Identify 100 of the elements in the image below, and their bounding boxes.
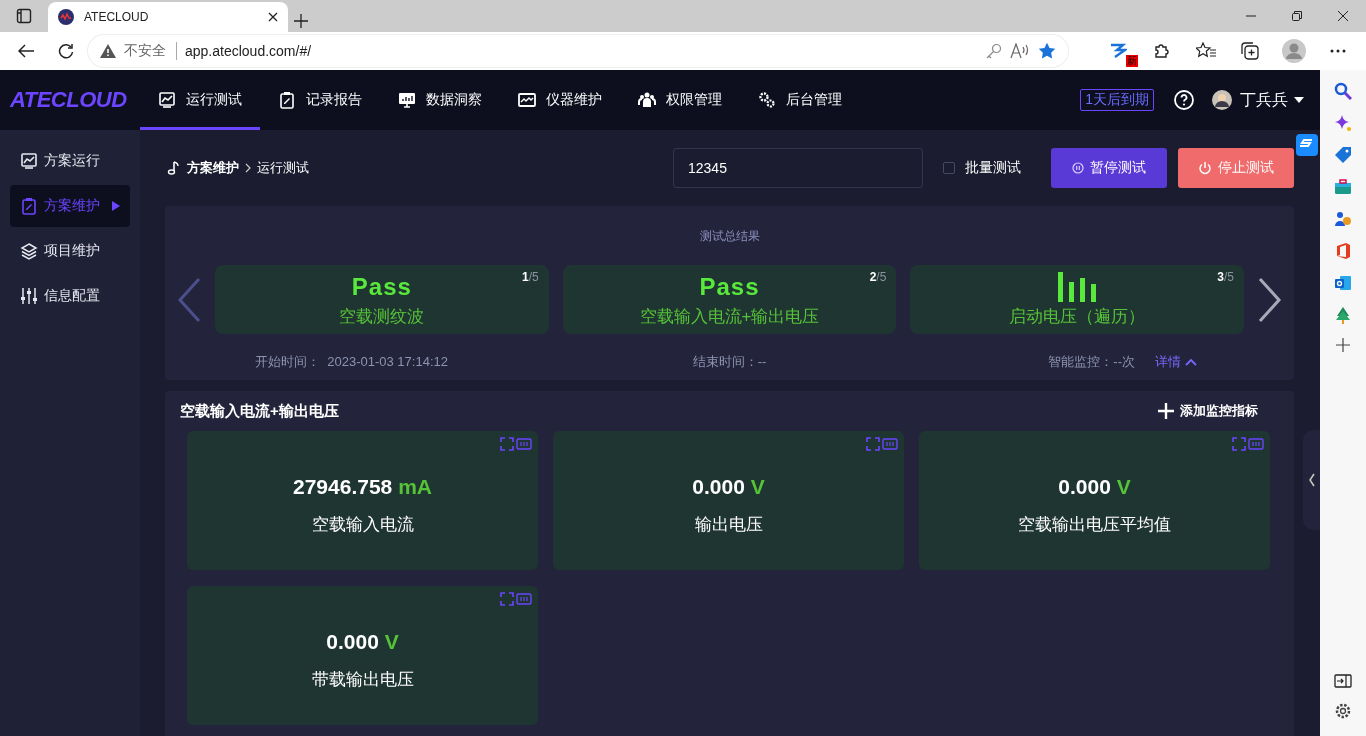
new-tab-icon[interactable] bbox=[294, 14, 308, 28]
page-counter: 3/5 bbox=[1217, 270, 1234, 284]
result-name: 空载输入电流+输出电压 bbox=[639, 305, 820, 328]
page-counter: 1/5 bbox=[521, 270, 539, 284]
pause-icon bbox=[1072, 162, 1084, 174]
metric-value: 0.000 V bbox=[326, 630, 399, 654]
result-status: Pass bbox=[699, 271, 760, 302]
gears-icon bbox=[758, 91, 776, 109]
layers-icon bbox=[20, 242, 38, 260]
back-arrow-icon[interactable] bbox=[18, 44, 34, 58]
chevron-right-icon[interactable] bbox=[1258, 276, 1282, 323]
metric-name: 空载输出电压平均值 bbox=[1018, 514, 1171, 536]
puzzle-icon[interactable] bbox=[1153, 42, 1171, 60]
result-card[interactable]: Pass 空载输入电流+输出电压 2/5 bbox=[562, 265, 897, 334]
nav-tab[interactable]: 权限管理 bbox=[620, 70, 740, 130]
music-note-icon bbox=[167, 161, 181, 175]
sliders-icon bbox=[20, 287, 38, 305]
expiry-badge: 1天后到期 bbox=[1080, 89, 1154, 111]
input-field[interactable]: 12345 bbox=[673, 148, 923, 188]
more-icon[interactable] bbox=[1330, 49, 1346, 53]
result-card[interactable]: Pass 空载测纹波 1/5 bbox=[215, 265, 549, 334]
restore-icon[interactable] bbox=[1292, 11, 1302, 21]
add-monitor-button[interactable]: 添加监控指标 bbox=[1152, 401, 1264, 421]
mail-icon[interactable] bbox=[1334, 274, 1352, 292]
result-card[interactable]: 启动电压（遍历） 3/5 bbox=[910, 265, 1244, 334]
nav-tab[interactable]: 记录报告 bbox=[260, 70, 380, 130]
nav-tab[interactable]: 运行测试 bbox=[140, 70, 260, 130]
checkbox-label: 批量测试 bbox=[965, 159, 1021, 177]
details-link[interactable]: 详情 bbox=[1155, 353, 1197, 371]
metric-value: 27946.758 mA bbox=[293, 475, 432, 499]
warning-icon bbox=[100, 44, 116, 58]
tree-icon[interactable] bbox=[1334, 306, 1352, 324]
result-name: 启动电压（遍历） bbox=[1009, 305, 1146, 328]
star-icon[interactable] bbox=[1038, 42, 1056, 60]
app-logo: ATECLOUD bbox=[10, 87, 128, 113]
monitor-count: 智能监控：--次 bbox=[1048, 353, 1135, 371]
nav-tab[interactable]: 数据洞察 bbox=[380, 70, 500, 130]
sidebar-item[interactable]: 方案运行 bbox=[10, 140, 130, 182]
key-icon[interactable] bbox=[986, 43, 1002, 59]
floating-extension-icon[interactable] bbox=[1296, 134, 1318, 156]
chevron-right-icon bbox=[245, 163, 251, 173]
people-icon bbox=[638, 91, 656, 109]
settings-icon[interactable] bbox=[1334, 702, 1352, 720]
sidebar-toggle-icon[interactable] bbox=[1334, 674, 1352, 688]
nav-tab[interactable]: 仪器维护 bbox=[500, 70, 620, 130]
tag-icon[interactable] bbox=[1334, 146, 1352, 164]
close-icon[interactable] bbox=[1338, 11, 1348, 21]
page-counter: 2/5 bbox=[869, 270, 887, 284]
user-avatar-icon[interactable] bbox=[1212, 90, 1232, 110]
clipboard-icon bbox=[278, 91, 296, 109]
metric-name: 空载输入电流 bbox=[311, 514, 414, 536]
office-icon[interactable] bbox=[1334, 242, 1352, 260]
caret-right-icon bbox=[112, 201, 120, 211]
chart-icon bbox=[158, 91, 176, 109]
site-logo-icon bbox=[58, 9, 74, 25]
chevron-up-icon bbox=[1185, 358, 1197, 366]
collections-icon[interactable] bbox=[1241, 42, 1259, 60]
checkbox[interactable] bbox=[943, 162, 955, 174]
user-name[interactable]: 丁兵兵 bbox=[1240, 89, 1288, 111]
search-icon[interactable] bbox=[1334, 82, 1352, 100]
sidebar-item[interactable]: 信息配置 bbox=[10, 275, 130, 317]
close-icon[interactable] bbox=[268, 12, 278, 22]
breadcrumb-link[interactable]: 方案维护 bbox=[187, 159, 239, 177]
tab-actions-icon[interactable] bbox=[16, 8, 32, 24]
pause-button[interactable]: 暂停测试 bbox=[1051, 148, 1167, 188]
plus-icon[interactable] bbox=[1336, 338, 1350, 352]
address-bar[interactable]: 不安全 app.atecloud.com/#/ bbox=[88, 35, 1068, 67]
summary-title: 测试总结果 bbox=[698, 228, 761, 245]
result-name: 空载测纹波 bbox=[339, 305, 425, 328]
briefcase-icon[interactable] bbox=[1334, 178, 1352, 196]
extension-badge: 新 bbox=[1126, 55, 1138, 67]
sparkle-icon[interactable] bbox=[1334, 114, 1352, 132]
profile-avatar-icon[interactable] bbox=[1282, 39, 1306, 63]
refresh-icon[interactable] bbox=[58, 43, 74, 59]
power-icon bbox=[1198, 161, 1212, 175]
waveform-icon bbox=[518, 91, 536, 109]
caret-icon[interactable] bbox=[1294, 97, 1304, 103]
read-aloud-icon[interactable] bbox=[1010, 43, 1030, 59]
metric-value: 0.000 V bbox=[1058, 475, 1131, 499]
end-time: 结束时间：-- bbox=[691, 353, 768, 371]
nav-tab[interactable]: 后台管理 bbox=[740, 70, 860, 130]
help-icon[interactable] bbox=[1174, 90, 1194, 110]
sidebar-item[interactable]: 项目维护 bbox=[10, 230, 130, 272]
metric-value: 0.000 V bbox=[692, 475, 765, 499]
people-icon[interactable] bbox=[1334, 210, 1352, 228]
section-title: 空载输入电流+输出电压 bbox=[180, 401, 339, 421]
result-status: Pass bbox=[351, 271, 412, 302]
chart-icon bbox=[20, 152, 38, 170]
plus-icon bbox=[1158, 403, 1174, 419]
sidebar-item[interactable]: 方案维护 bbox=[10, 185, 130, 227]
monitor-icon bbox=[398, 91, 416, 109]
favorites-icon[interactable] bbox=[1196, 42, 1216, 60]
start-time: 开始时间： 2023-01-03 17:14:12 bbox=[254, 353, 449, 371]
chevron-left-icon bbox=[1308, 473, 1315, 487]
metric-name: 带载输出电压 bbox=[311, 669, 414, 691]
browser-tab[interactable]: ATECLOUD bbox=[48, 2, 288, 32]
metric-name: 输出电压 bbox=[694, 514, 763, 536]
extension-icon[interactable] bbox=[1109, 42, 1127, 60]
collapse-handle[interactable] bbox=[1303, 430, 1320, 530]
bar-chart-icon bbox=[1058, 271, 1097, 302]
